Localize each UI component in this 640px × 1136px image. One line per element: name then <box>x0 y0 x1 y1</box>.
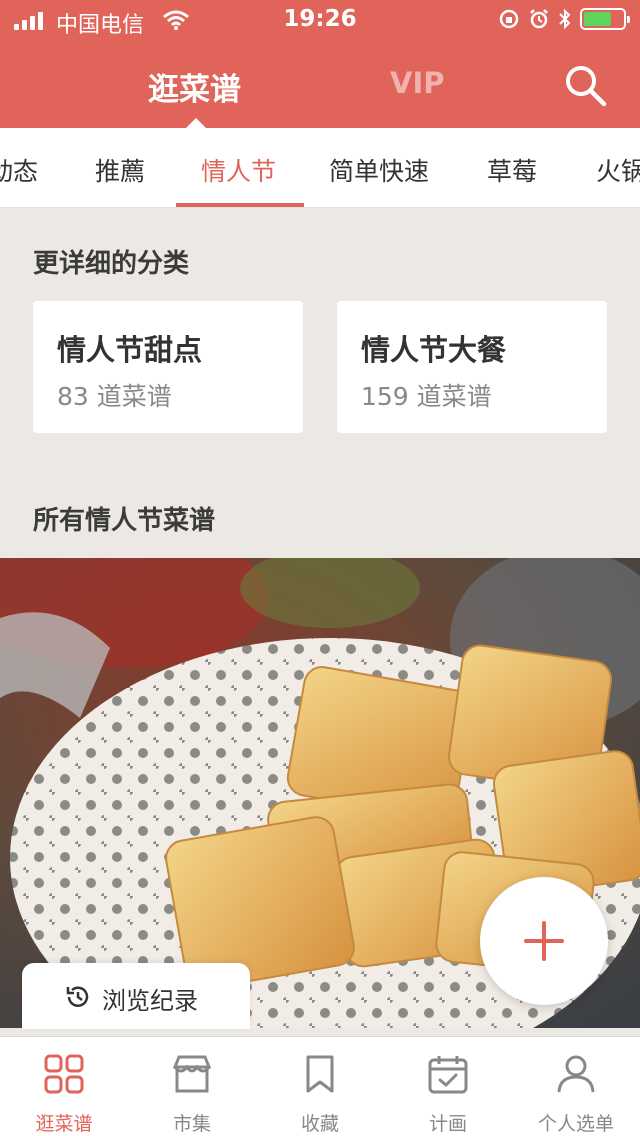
plus-icon <box>524 921 564 961</box>
bottom-tab-profile[interactable]: 个人选单 <box>512 1037 640 1136</box>
bottom-tab-label: 市集 <box>172 1113 211 1135</box>
category-tabs: 动态 推薦 情人节 简单快速 草莓 火锅 <box>0 128 640 208</box>
tab-dongtai[interactable]: 动态 <box>0 152 38 188</box>
tab-strawberry[interactable]: 草莓 <box>487 152 537 188</box>
subcategory-card-dinner[interactable]: 情人节大餐 159 道菜谱 <box>337 301 607 433</box>
battery-icon <box>580 8 630 30</box>
tab-valentines[interactable]: 情人节 <box>201 152 276 188</box>
bottom-tab-favorites[interactable]: 收藏 <box>256 1037 384 1136</box>
bluetooth-icon <box>559 8 571 30</box>
bottom-tab-plan[interactable]: 计画 <box>384 1037 512 1136</box>
subcategory-card-count: 83 道菜谱 <box>57 382 172 411</box>
subcategory-section-title: 更详细的分类 <box>33 249 190 279</box>
subcategory-card-title: 情人节大餐 <box>361 333 507 367</box>
tab-simple-quick[interactable]: 简单快速 <box>329 152 429 188</box>
rotation-lock-icon <box>499 9 519 29</box>
history-button[interactable]: 浏览纪录 <box>22 963 250 1029</box>
nav-vip-tab[interactable]: VIP <box>390 66 445 100</box>
subcategory-card-title: 情人节甜点 <box>57 333 203 367</box>
bottom-tab-browse[interactable]: 逛菜谱 <box>0 1037 128 1136</box>
active-indicator-caret <box>186 118 206 128</box>
bottom-tab-bar: 逛菜谱 市集 收藏 计画 个人选单 <box>0 1036 640 1136</box>
tab-tuijian[interactable]: 推薦 <box>95 152 145 188</box>
history-icon <box>66 986 89 1007</box>
status-bar: 中国电信 19:26 <box>0 0 640 40</box>
add-button[interactable] <box>480 877 608 1005</box>
subcategory-card-desserts[interactable]: 情人节甜点 83 道菜谱 <box>33 301 303 433</box>
bottom-tab-label: 个人选单 <box>537 1113 614 1135</box>
person-icon <box>557 1055 595 1093</box>
bookmark-icon <box>306 1055 334 1093</box>
bottom-tab-label: 收藏 <box>300 1113 339 1135</box>
history-label: 浏览纪录 <box>102 987 198 1015</box>
search-icon[interactable] <box>562 62 608 108</box>
nav-title[interactable]: 逛菜谱 <box>148 64 241 109</box>
bottom-tab-label: 计画 <box>428 1113 467 1135</box>
grid-icon <box>44 1054 84 1094</box>
bottom-tab-market[interactable]: 市集 <box>128 1037 256 1136</box>
bottom-tab-label: 逛菜谱 <box>35 1113 93 1135</box>
all-recipes-title: 所有情人节菜谱 <box>33 506 216 536</box>
calendar-check-icon <box>428 1056 468 1094</box>
tab-hotpot[interactable]: 火锅 <box>596 152 640 188</box>
subcategory-card-count: 159 道菜谱 <box>361 382 492 411</box>
alarm-icon <box>530 9 548 29</box>
store-icon <box>172 1055 212 1093</box>
header: 中国电信 19:26 逛菜谱 VIP <box>0 0 640 128</box>
top-nav: 逛菜谱 VIP <box>0 40 640 128</box>
tab-active-underline <box>176 203 304 207</box>
